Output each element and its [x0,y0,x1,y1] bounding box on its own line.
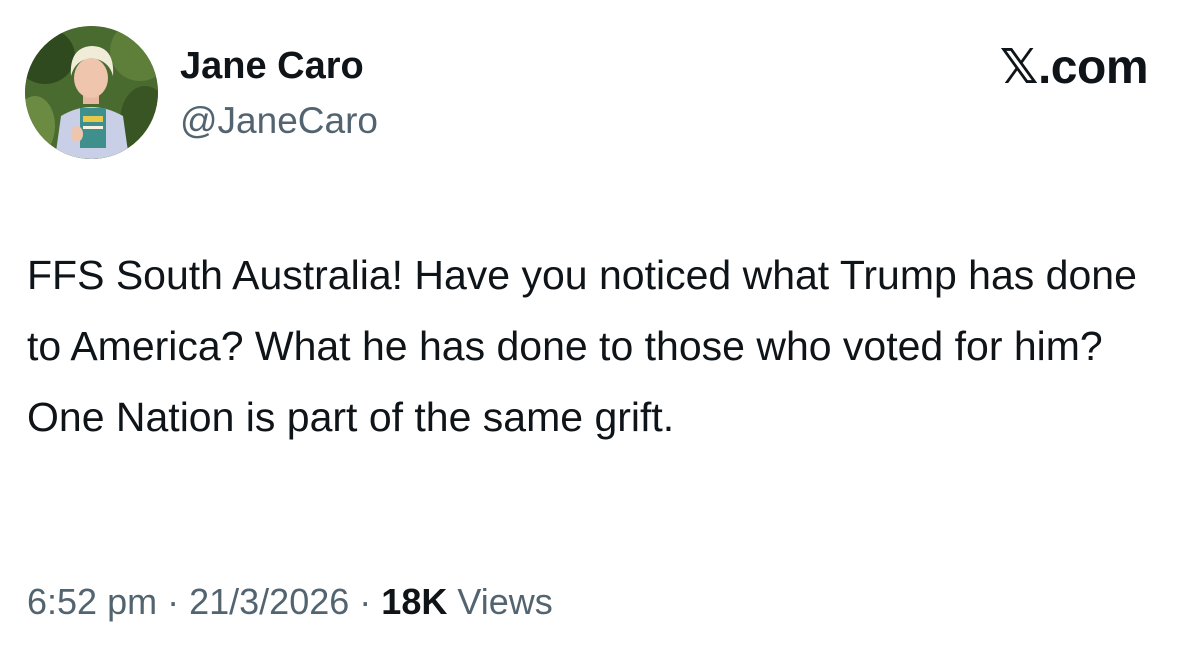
x-logo: 𝕏.com [999,41,1149,94]
tweet-text: FFS South Australia! Have you noticed wh… [27,252,1137,440]
avatar[interactable] [25,26,158,159]
display-name[interactable]: Jane Caro [180,42,364,90]
separator: · [167,581,180,622]
profile-photo-icon [25,26,158,159]
separator: · [359,581,372,622]
user-handle[interactable]: @JaneCaro [180,98,378,144]
tweet-date[interactable]: 21/3/2026 [189,581,349,622]
tweet-time[interactable]: 6:52 pm [27,581,157,622]
views-count[interactable]: 18K [381,581,447,622]
views-label: Views [457,581,553,622]
tweet-meta: 6:52 pm · 21/3/2026 · 18K Views [27,578,553,626]
